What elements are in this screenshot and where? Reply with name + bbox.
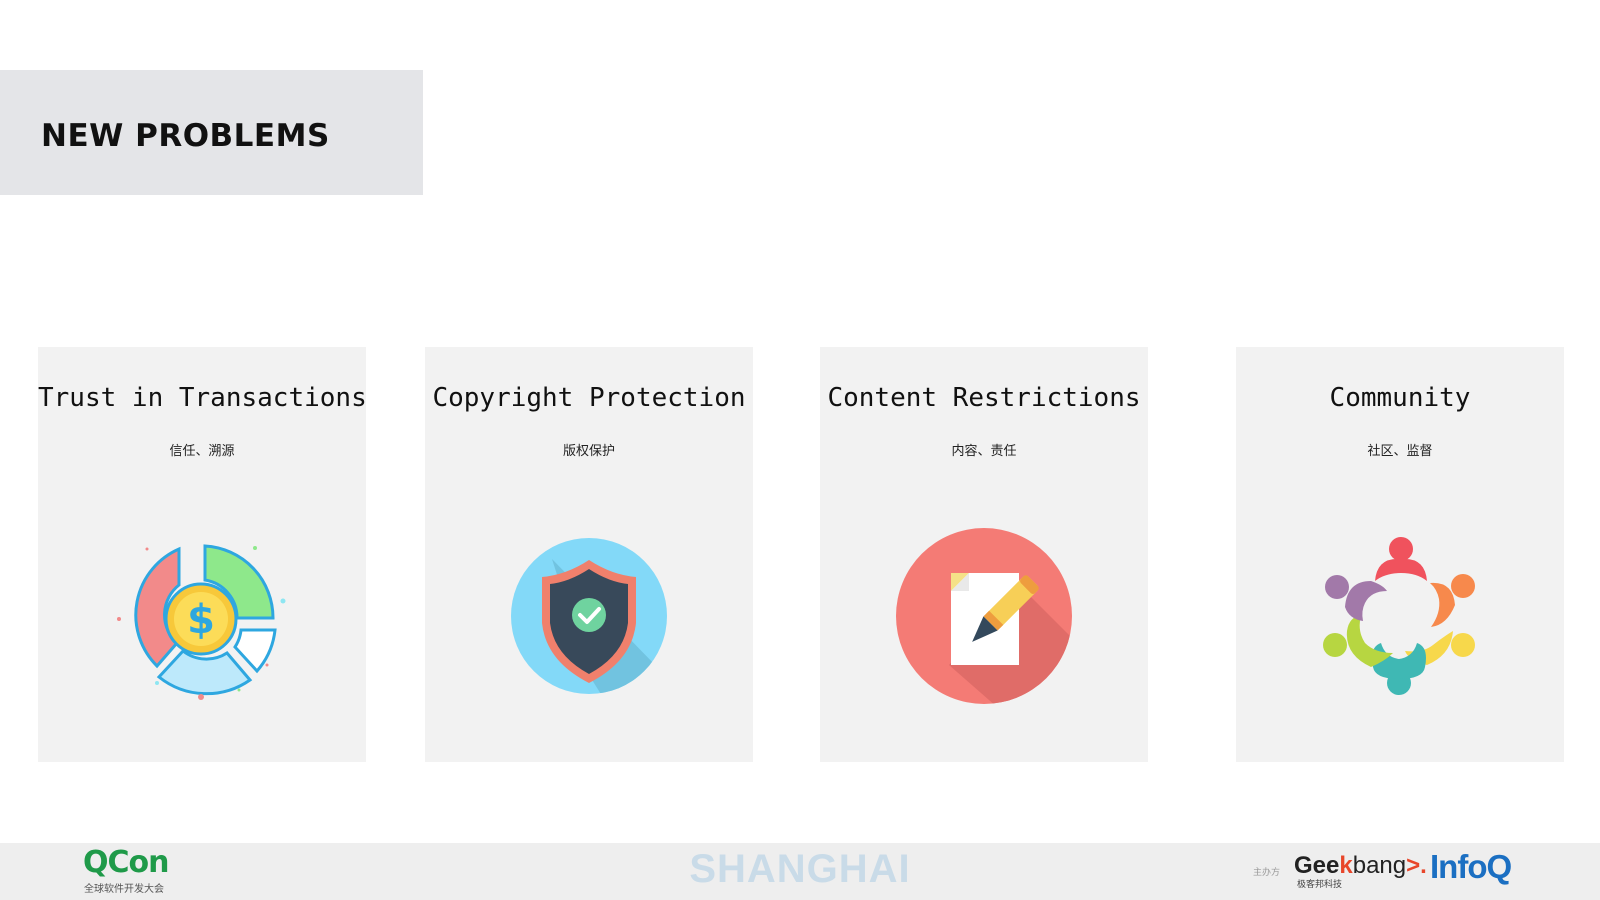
geekbang-arrow: >.: [1406, 852, 1427, 879]
card-title: Trust in Transactions: [38, 383, 367, 413]
card-subtitle: 信任、溯源: [169, 444, 235, 459]
dollar-pie-chart-icon: $: [117, 544, 286, 700]
card-title: Community: [1329, 383, 1471, 413]
card-community: Community 社区、监督: [1236, 347, 1564, 762]
organizer-label: 主办方: [1253, 868, 1281, 878]
geekbang-prefix: Gee: [1294, 852, 1340, 879]
card-subtitle: 版权保护: [562, 444, 615, 459]
card-title: Content Restrictions: [827, 383, 1141, 413]
geekbang-suffix: bang: [1352, 852, 1407, 879]
card-title: Copyright Protection: [432, 383, 746, 413]
document-pen-icon: [896, 528, 1072, 704]
geekbang-subtitle: 极客邦科技: [1297, 880, 1343, 890]
page-title: NEW PROBLEMS: [41, 118, 330, 154]
card-subtitle: 社区、监督: [1367, 444, 1433, 459]
infoq-logo: InfoQ: [1430, 848, 1512, 885]
people-circle-icon: [1323, 537, 1475, 695]
card-copyright-protection: Copyright Protection 版权保护: [425, 347, 753, 762]
shield-check-icon: [511, 538, 667, 694]
geekbang-k: k: [1339, 852, 1353, 879]
geekbang-logo: Geekbang>.: [1294, 852, 1427, 880]
card-subtitle: 内容、责任: [951, 444, 1017, 459]
card-content-restrictions: Content Restrictions 内容、责任: [820, 347, 1148, 762]
svg-text:$: $: [187, 597, 215, 643]
card-trust-in-transactions: Trust in Transactions 信任、溯源 $: [38, 347, 367, 762]
